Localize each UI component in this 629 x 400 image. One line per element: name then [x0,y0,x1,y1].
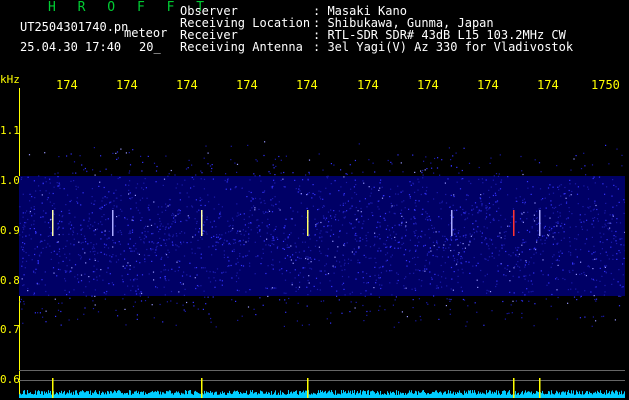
y-tick-1.1: 1.1 [0,124,20,137]
meteor-echo [307,210,309,236]
y-tick-0.6: 0.6 [0,373,20,386]
meteor-echo [112,210,114,236]
y-axis-unit: kHz [0,73,20,86]
observation-datetime: 25.04.30 17:40 [20,40,122,54]
meteor-echo [451,210,453,236]
y-tick-1.0: 1.0 [0,174,20,187]
interval-label: 20_ [139,40,161,54]
reference-line [19,370,625,371]
image-filename: UT2504301740.pn [20,20,129,34]
meteor-echo [539,210,541,236]
y-tick-0.8: 0.8 [0,274,20,287]
program-label: meteor [124,26,168,40]
y-tick-0.9: 0.9 [0,224,20,237]
meteor-echo [201,210,203,236]
noise-band [19,176,625,296]
y-tick-0.7: 0.7 [0,323,20,336]
spectrogram [19,88,625,398]
info-value-antenna: : 3el Yagi(V) Az 330 for Vladivostok [313,40,574,54]
meteor-echo [513,210,515,236]
reference-line [19,380,625,381]
info-label-antenna: Receiving Antenna [180,40,303,54]
meteor-echo [52,210,54,236]
